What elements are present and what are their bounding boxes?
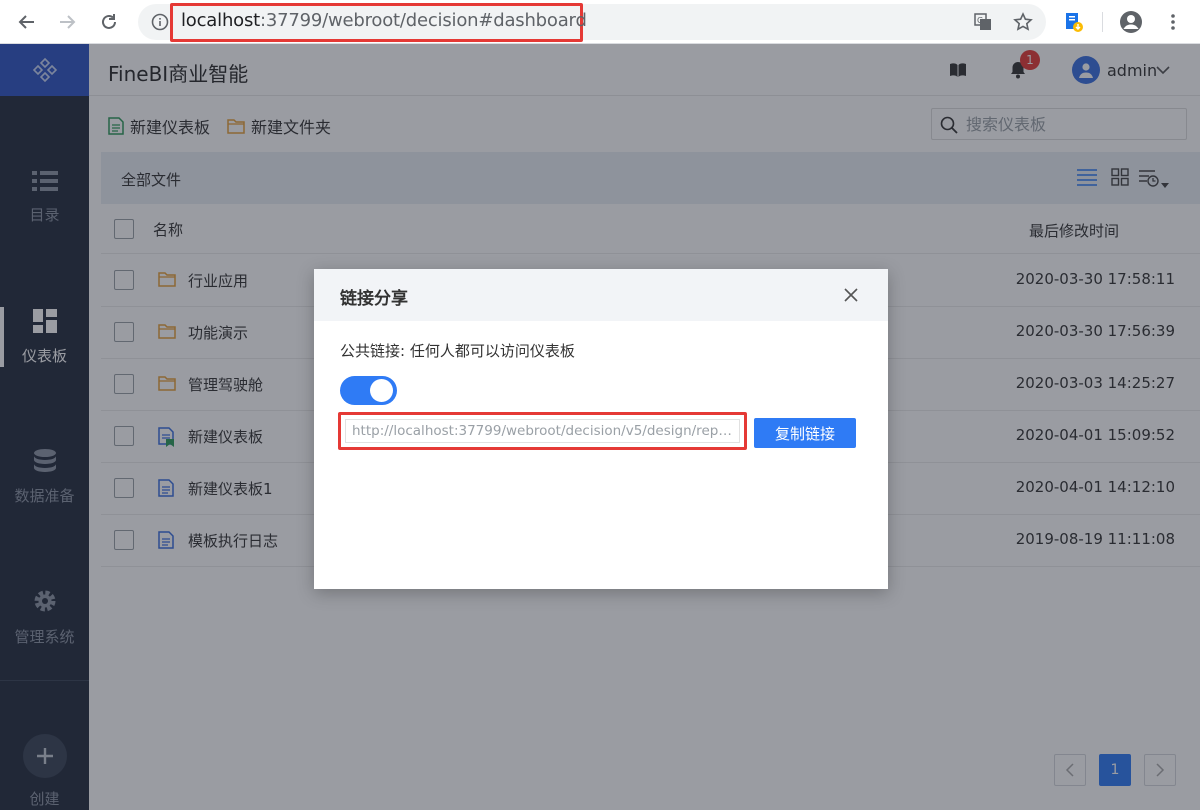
extension-button[interactable]	[1060, 9, 1086, 35]
forward-button[interactable]	[54, 9, 80, 35]
info-icon[interactable]	[151, 13, 169, 31]
back-button[interactable]	[14, 9, 40, 35]
dialog-header: 链接分享	[314, 269, 888, 321]
account-icon	[1120, 11, 1142, 33]
reload-button[interactable]	[96, 9, 122, 35]
public-link-description: 公共链接: 任何人都可以访问仪表板	[340, 342, 575, 360]
translate-icon: G	[974, 13, 991, 30]
forward-arrow-icon	[60, 15, 76, 29]
share-link-dialog: 链接分享 公共链接: 任何人都可以访问仪表板 复制链接	[314, 269, 888, 589]
back-arrow-icon	[18, 15, 34, 29]
share-link-field[interactable]	[345, 419, 740, 443]
public-link-toggle[interactable]	[340, 376, 397, 405]
url-host: localhost	[181, 10, 260, 31]
browser-toolbar: localhost:37799/webroot/decision#dashboa…	[0, 0, 1200, 44]
toolbar-divider	[1102, 12, 1103, 32]
bookmark-button[interactable]	[1010, 9, 1036, 35]
dialog-title: 链接分享	[340, 289, 408, 309]
profile-button[interactable]	[1118, 9, 1144, 35]
url-path: :37799/webroot/decision#dashboard	[260, 10, 587, 31]
copy-link-button[interactable]: 复制链接	[754, 418, 856, 448]
star-icon	[1013, 12, 1033, 31]
link-highlight-box	[338, 412, 747, 450]
close-icon[interactable]	[842, 286, 860, 304]
toggle-knob	[370, 379, 393, 402]
reload-icon	[102, 14, 116, 29]
more-vertical-icon	[1171, 14, 1175, 30]
translate-button[interactable]: G	[970, 9, 996, 35]
url-text[interactable]: localhost:37799/webroot/decision#dashboa…	[181, 10, 587, 31]
extension-icon	[1066, 13, 1083, 32]
browser-menu-button[interactable]	[1160, 9, 1186, 35]
svg-text:G: G	[977, 16, 983, 25]
